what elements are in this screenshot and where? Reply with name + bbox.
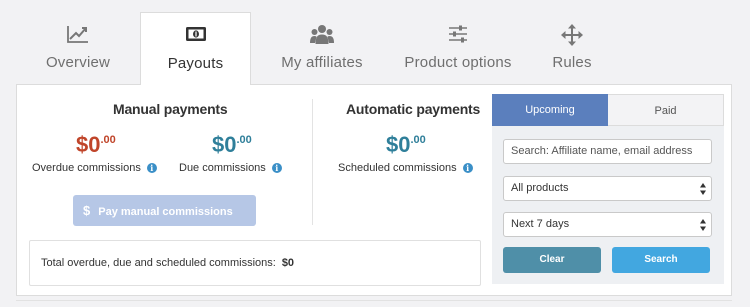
info-icon[interactable]: i — [271, 163, 282, 173]
overdue-amount: $0.00 — [76, 132, 116, 157]
tab-paid[interactable]: Paid — [608, 94, 724, 126]
pay-manual-commissions-button[interactable]: $ Pay manual commissions now — [73, 195, 256, 249]
period-select[interactable]: Next 7 days — [503, 212, 712, 237]
clear-button[interactable]: Clear — [503, 247, 601, 273]
group-icon — [264, 24, 380, 46]
tab-product-options[interactable]: Product options — [396, 12, 520, 84]
select-arrows-icon — [700, 183, 706, 195]
dollar-icon: $ — [83, 203, 91, 218]
tab-label: Payouts — [167, 55, 224, 72]
commissions-filter-panel: Upcoming Paid Search: Affiliate name, em… — [492, 94, 724, 284]
tab-label: Overview — [45, 54, 111, 71]
panel-bottom-edge — [16, 300, 732, 307]
total-commissions: Total overdue, due and scheduled commiss… — [29, 240, 481, 286]
divider — [312, 99, 313, 225]
tab-overview[interactable]: Overview — [28, 12, 128, 84]
automatic-payments-title: Automatic payments — [346, 101, 481, 117]
tab-upcoming[interactable]: Upcoming — [492, 94, 608, 126]
line-chart-icon — [28, 24, 128, 46]
tab-payouts[interactable]: Payouts — [140, 12, 251, 85]
due-commissions-label: Due commissions i — [179, 162, 282, 174]
tab-my-affiliates[interactable]: My affiliates — [264, 12, 380, 84]
manual-payments-title: Manual payments — [113, 101, 228, 117]
overdue-commissions-label: Overdue commissions i — [32, 162, 157, 174]
info-icon[interactable]: i — [462, 163, 473, 173]
move-arrows-icon — [534, 24, 610, 46]
payouts-panel: Manual payments $0.00 Overdue commission… — [16, 84, 732, 296]
tab-rules[interactable]: Rules — [534, 12, 610, 84]
due-amount: $0.00 — [212, 132, 252, 157]
search-input[interactable]: Search: Affiliate name, email address — [503, 139, 712, 164]
select-arrows-icon — [700, 219, 706, 231]
tab-label: Product options — [404, 54, 512, 71]
banknote-icon — [141, 25, 250, 47]
scheduled-amount: $0.00 — [386, 132, 426, 157]
sliders-icon — [396, 24, 520, 46]
tab-label: My affiliates — [281, 54, 363, 71]
total-value: $0 — [281, 257, 295, 269]
scheduled-commissions-label: Scheduled commissions i — [338, 162, 473, 174]
info-icon[interactable]: i — [146, 163, 157, 173]
tab-bar: Overview Payouts My affiliates Product o… — [0, 0, 750, 85]
product-select[interactable]: All products — [503, 176, 712, 201]
search-button[interactable]: Search — [612, 247, 710, 273]
tab-label: Rules — [552, 54, 592, 71]
